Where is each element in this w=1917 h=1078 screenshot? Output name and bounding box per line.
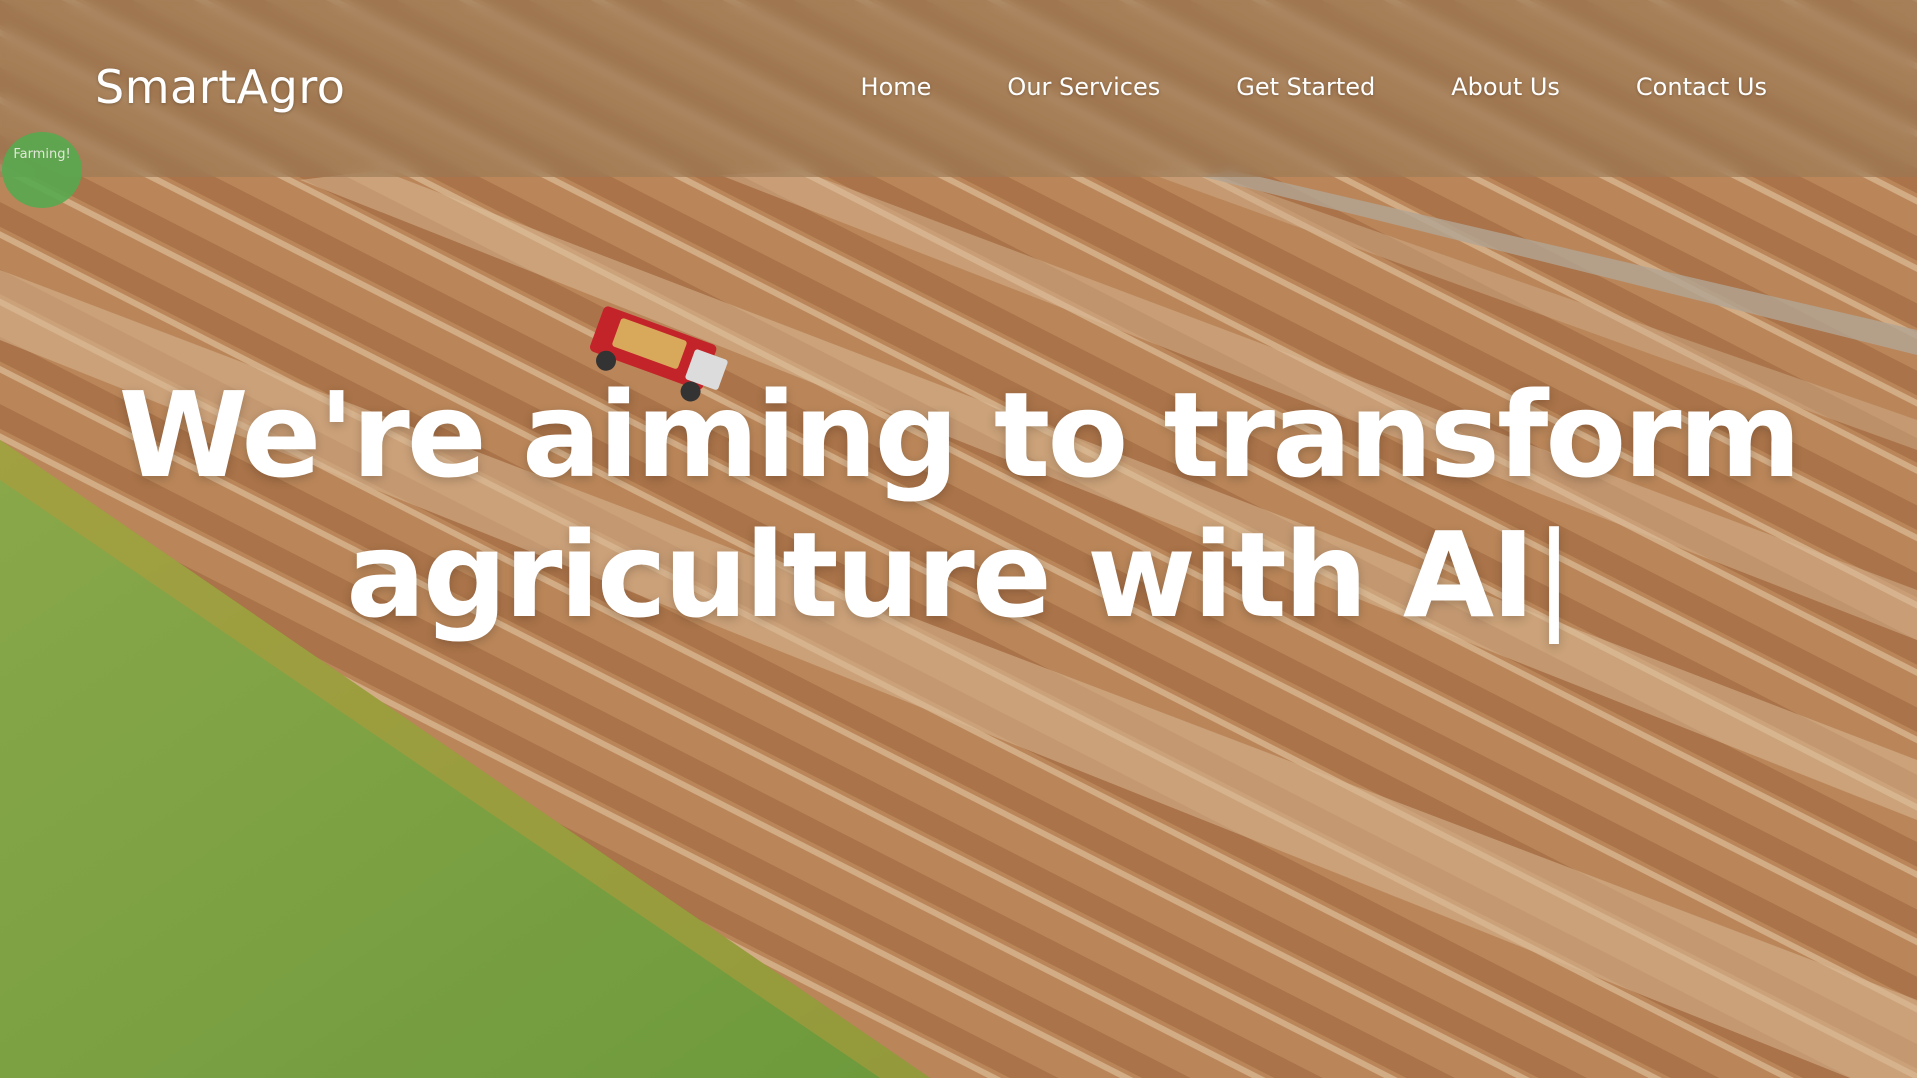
hero-headline-line-2: agriculture with AI| [0,505,1917,645]
hero-headline-line-1: We're aiming to transform [118,366,1801,504]
hero-headline: We're aiming to transform agriculture wi… [0,365,1917,645]
nav-link-home[interactable]: Home [861,73,932,101]
brand-logo[interactable]: SmartAgro [95,60,345,114]
farming-badge[interactable]: Farming! [2,132,82,208]
farming-badge-label: Farming! [13,147,71,162]
main-nav: Home Our Services Get Started About Us C… [861,73,1767,101]
nav-link-about-us[interactable]: About Us [1451,73,1560,101]
typing-cursor: | [1534,506,1574,644]
nav-link-contact-us[interactable]: Contact Us [1636,73,1767,101]
nav-link-get-started[interactable]: Get Started [1236,73,1375,101]
nav-link-our-services[interactable]: Our Services [1007,73,1160,101]
hero-headline-line-2-text: agriculture with AI [346,506,1535,644]
top-navbar: SmartAgro Home Our Services Get Started … [0,0,1917,177]
